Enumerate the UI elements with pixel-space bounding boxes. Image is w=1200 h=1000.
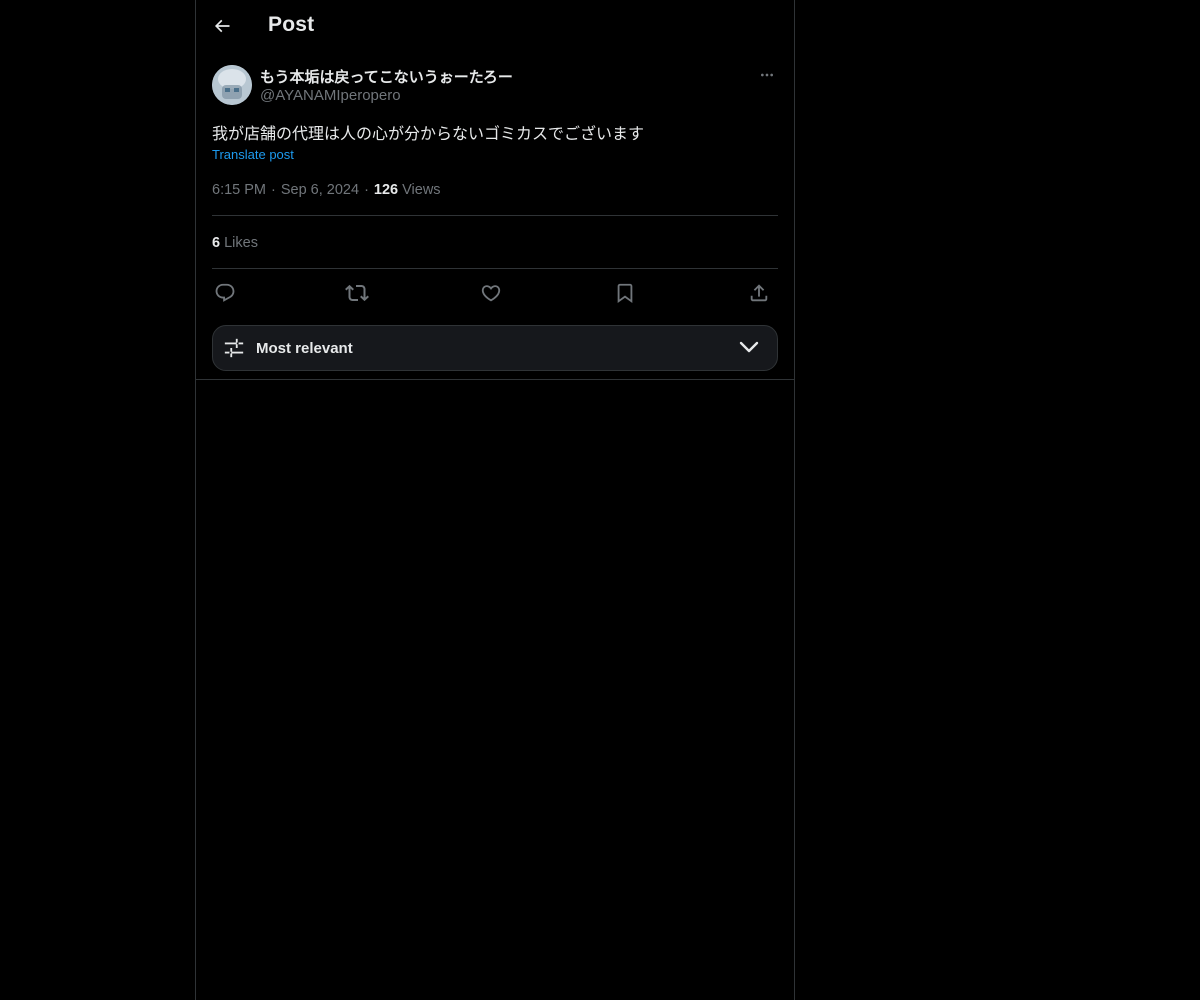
repost-button[interactable] — [344, 280, 370, 306]
more-icon — [761, 73, 773, 77]
post-text: 我が店舗の代理は人の心が分からないゴミカスでございます — [212, 124, 645, 143]
share-icon — [750, 284, 768, 302]
translate-post-link[interactable]: Translate post — [212, 147, 294, 162]
post-author: もう本垢は戻ってこないうぉーたろー @AYANAMIperopero — [212, 64, 778, 106]
post-time[interactable]: 6:15 PM — [212, 182, 266, 198]
divider — [212, 215, 778, 216]
reply-sort-dropdown[interactable]: Most relevant — [212, 325, 778, 371]
section-divider — [196, 379, 794, 380]
back-button[interactable] — [204, 8, 240, 44]
more-options-button[interactable] — [756, 64, 778, 86]
views-count: 126 — [373, 182, 399, 198]
reply-icon — [215, 283, 235, 302]
post-date[interactable]: Sep 6, 2024 — [281, 182, 359, 198]
divider — [212, 268, 778, 269]
repost-icon — [345, 284, 369, 302]
reply-button[interactable] — [212, 280, 238, 306]
author-display-name[interactable]: もう本垢は戻ってこないうぉーたろー — [260, 66, 513, 87]
post-meta: 6:15 PM · Sep 6, 2024 · 126 Views — [212, 182, 441, 198]
sliders-icon — [224, 338, 244, 358]
chevron-down-icon — [739, 341, 759, 353]
bookmark-button[interactable] — [612, 280, 638, 306]
sort-label: Most relevant — [256, 340, 353, 357]
like-button[interactable] — [478, 280, 504, 306]
heart-icon — [481, 285, 501, 302]
bookmark-icon — [617, 283, 633, 304]
post-actions — [212, 280, 778, 306]
avatar[interactable] — [212, 65, 252, 105]
arrow-left-icon — [214, 19, 230, 33]
meta-separator: · — [271, 182, 276, 198]
avatar-image — [212, 65, 252, 105]
views-label: Views — [402, 182, 441, 198]
author-handle[interactable]: @AYANAMIperopero — [260, 87, 401, 104]
main-column: Post もう本垢は戻ってこないうぉーたろー @AYANAMIperopero … — [195, 0, 795, 1000]
share-button[interactable] — [746, 280, 772, 306]
likes-label: Likes — [224, 235, 258, 251]
meta-separator: · — [364, 182, 369, 198]
page-header: Post — [196, 0, 794, 53]
likes-link[interactable]: 6 Likes — [212, 235, 258, 251]
page-title: Post — [268, 13, 315, 36]
likes-count: 6 — [212, 235, 221, 251]
